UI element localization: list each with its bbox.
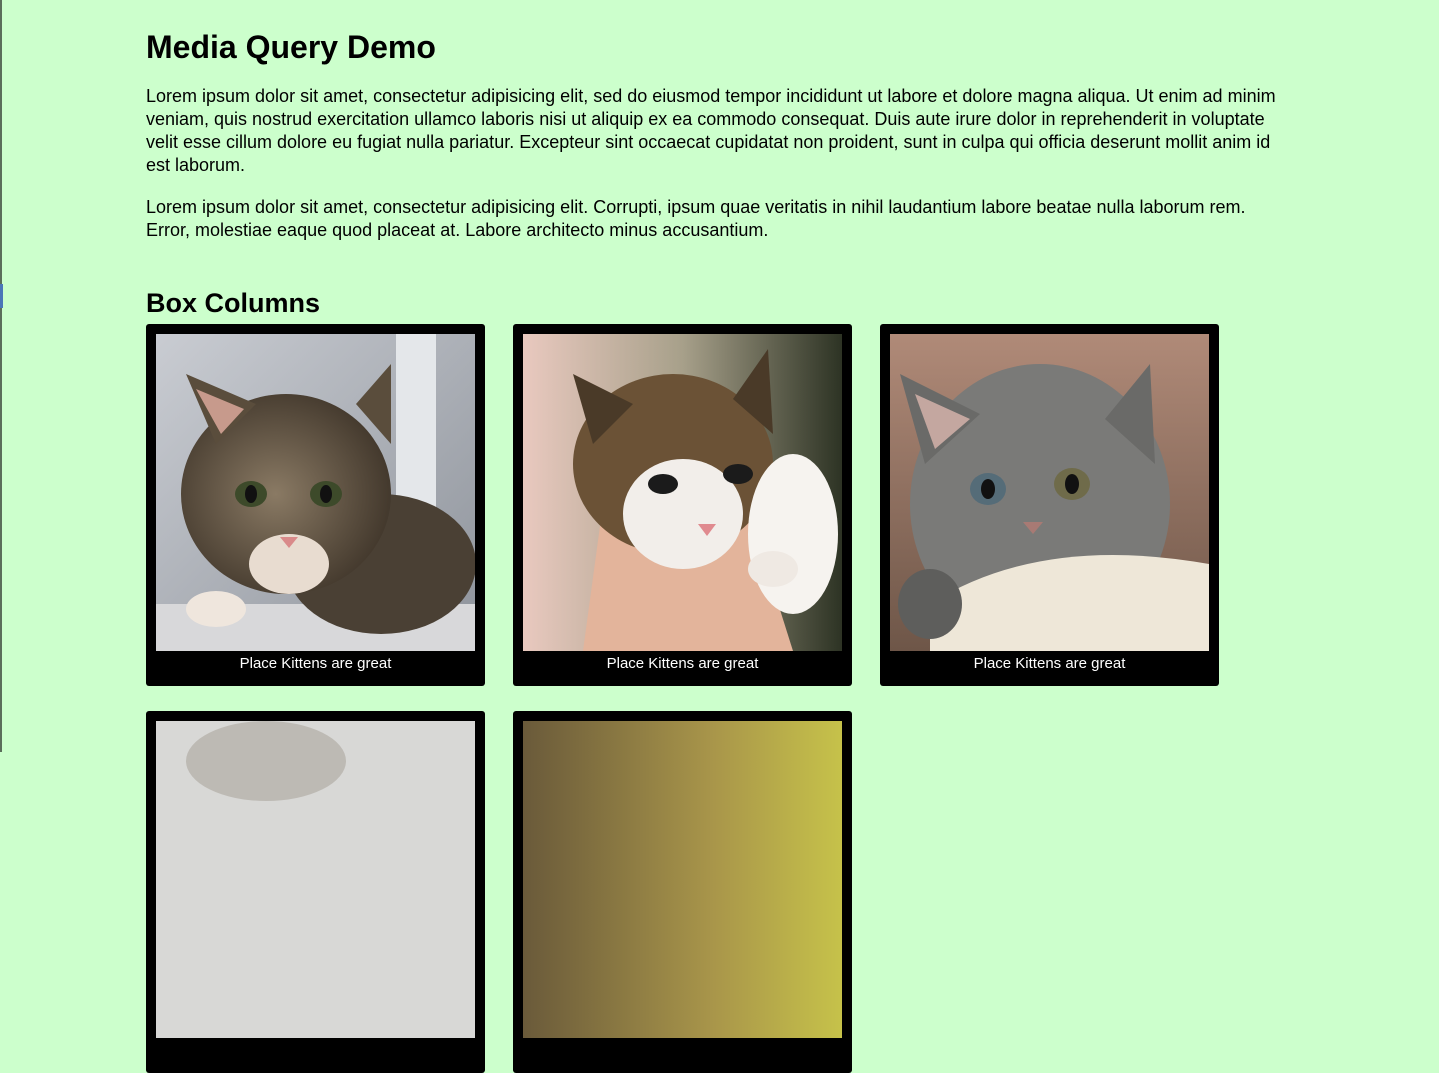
intro-paragraph-2: Lorem ipsum dolor sit amet, consectetur …: [146, 197, 1246, 240]
kitten-photo-partial: [523, 721, 842, 1038]
card-caption: Place Kittens are great: [973, 655, 1126, 672]
card-caption: Place Kittens are great: [239, 655, 392, 672]
window-left-edge: [0, 0, 2, 752]
kitten-card: [146, 711, 485, 1073]
kitten-card: Place Kittens are great: [880, 324, 1219, 686]
main-content: Media Query Demo Lorem ipsum dolor sit a…: [146, 0, 1281, 320]
page-title: Media Query Demo: [146, 29, 436, 65]
kitten-card: [513, 711, 852, 1073]
intro-paragraph-1: Lorem ipsum dolor sit amet, consectetur …: [146, 86, 1276, 175]
card-caption: Place Kittens are great: [606, 655, 759, 672]
kitten-in-hand-photo: [523, 334, 842, 651]
kitten-card: Place Kittens are great: [146, 324, 485, 686]
kitten-photo-partial: [156, 721, 475, 1038]
section-heading: Box Columns: [146, 288, 321, 318]
gray-kitten-photo: [890, 334, 1209, 651]
window-edge-highlight: [0, 284, 3, 308]
tabby-kitten-photo: [156, 334, 475, 651]
kitten-card: Place Kittens are great: [513, 324, 852, 686]
